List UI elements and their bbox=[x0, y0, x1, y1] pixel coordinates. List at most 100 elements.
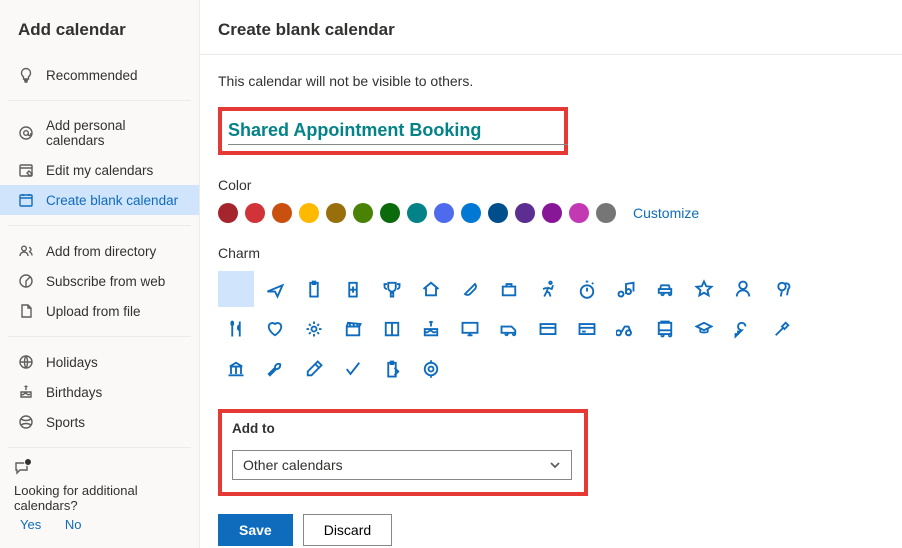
charm-clipboard[interactable] bbox=[296, 271, 332, 307]
customize-link[interactable]: Customize bbox=[633, 205, 699, 221]
charm-shovel[interactable] bbox=[296, 351, 332, 387]
grad-icon bbox=[694, 319, 714, 339]
charm-bus[interactable] bbox=[647, 311, 683, 347]
color-swatch[interactable] bbox=[299, 203, 319, 223]
charm-label: Charm bbox=[218, 245, 878, 261]
charm-briefcase[interactable] bbox=[491, 271, 527, 307]
calendar-name-input[interactable] bbox=[228, 117, 568, 145]
add-to-select[interactable]: Other calendars bbox=[232, 450, 572, 480]
charm-car[interactable] bbox=[647, 271, 683, 307]
sidebar-item-label: Upload from file bbox=[46, 304, 141, 319]
add-to-selected-value: Other calendars bbox=[243, 457, 343, 473]
home-icon bbox=[421, 279, 441, 299]
color-swatch[interactable] bbox=[407, 203, 427, 223]
cake-icon bbox=[18, 384, 34, 400]
target-icon bbox=[421, 359, 441, 379]
sidebar-item-label: Add personal calendars bbox=[46, 118, 185, 148]
charm-book[interactable] bbox=[374, 311, 410, 347]
charm-monitor[interactable] bbox=[452, 311, 488, 347]
ball-icon bbox=[18, 414, 34, 430]
charm-clapper[interactable] bbox=[335, 311, 371, 347]
stopwatch-icon bbox=[577, 279, 597, 299]
shovel-icon bbox=[304, 359, 324, 379]
food-icon bbox=[226, 319, 246, 339]
color-swatch[interactable] bbox=[596, 203, 616, 223]
color-swatch[interactable] bbox=[542, 203, 562, 223]
calendar-name-highlight bbox=[218, 107, 568, 155]
charm-check[interactable] bbox=[335, 351, 371, 387]
charm-plane[interactable] bbox=[257, 271, 293, 307]
color-swatch[interactable] bbox=[326, 203, 346, 223]
charm-heart[interactable] bbox=[257, 311, 293, 347]
charm-stopwatch[interactable] bbox=[569, 271, 605, 307]
sidebar-item-holidays[interactable]: Holidays bbox=[0, 347, 199, 377]
color-swatch[interactable] bbox=[515, 203, 535, 223]
charm-clipboard2[interactable] bbox=[374, 351, 410, 387]
charm-card[interactable] bbox=[530, 311, 566, 347]
charm-pill[interactable] bbox=[452, 271, 488, 307]
color-swatch[interactable] bbox=[434, 203, 454, 223]
charm-balloons[interactable] bbox=[764, 271, 800, 307]
charm-run[interactable] bbox=[530, 271, 566, 307]
charm-food[interactable] bbox=[218, 311, 254, 347]
sidebar-item-add-directory[interactable]: Add from directory bbox=[0, 236, 199, 266]
discard-button[interactable]: Discard bbox=[303, 514, 392, 546]
sidebar-item-upload-file[interactable]: Upload from file bbox=[0, 296, 199, 326]
charm-palette bbox=[218, 271, 838, 391]
color-swatch[interactable] bbox=[218, 203, 238, 223]
save-button[interactable]: Save bbox=[218, 514, 293, 546]
charm-music[interactable] bbox=[608, 271, 644, 307]
monitor-icon bbox=[460, 319, 480, 339]
charm-bike[interactable] bbox=[608, 311, 644, 347]
run-icon bbox=[538, 279, 558, 299]
charm-medical[interactable] bbox=[335, 271, 371, 307]
clapper-icon bbox=[343, 319, 363, 339]
key-icon bbox=[733, 319, 753, 339]
at-icon bbox=[18, 125, 34, 141]
color-swatch[interactable] bbox=[245, 203, 265, 223]
charm-target[interactable] bbox=[413, 351, 449, 387]
charm-wrench[interactable] bbox=[257, 351, 293, 387]
color-swatch[interactable] bbox=[380, 203, 400, 223]
looking-yes-link[interactable]: Yes bbox=[20, 517, 41, 532]
sidebar: Add calendar Recommended Add personal ca… bbox=[0, 0, 200, 548]
main-panel: Create blank calendar This calendar will… bbox=[200, 0, 902, 548]
wrench-icon bbox=[265, 359, 285, 379]
car-icon bbox=[655, 279, 675, 299]
charm-key[interactable] bbox=[725, 311, 761, 347]
sidebar-item-sports[interactable]: Sports bbox=[0, 407, 199, 437]
charm-person[interactable] bbox=[725, 271, 761, 307]
people-icon bbox=[18, 243, 34, 259]
music-icon bbox=[616, 279, 636, 299]
charm-star[interactable] bbox=[686, 271, 722, 307]
charm-home[interactable] bbox=[413, 271, 449, 307]
sidebar-item-subscribe-web[interactable]: Subscribe from web bbox=[0, 266, 199, 296]
charm-gear[interactable] bbox=[296, 311, 332, 347]
looking-no-link[interactable]: No bbox=[65, 517, 82, 532]
color-swatch[interactable] bbox=[272, 203, 292, 223]
color-swatch[interactable] bbox=[461, 203, 481, 223]
charm-trophy[interactable] bbox=[374, 271, 410, 307]
charm-credit[interactable] bbox=[569, 311, 605, 347]
chevron-down-icon bbox=[549, 459, 561, 471]
heart-icon bbox=[265, 319, 285, 339]
charm-tools[interactable] bbox=[764, 311, 800, 347]
color-swatch[interactable] bbox=[488, 203, 508, 223]
color-swatch[interactable] bbox=[353, 203, 373, 223]
charm-grad[interactable] bbox=[686, 311, 722, 347]
charm-bank[interactable] bbox=[218, 351, 254, 387]
charm-cake[interactable] bbox=[413, 311, 449, 347]
sidebar-item-add-personal[interactable]: Add personal calendars bbox=[0, 111, 199, 155]
charm-van[interactable] bbox=[491, 311, 527, 347]
sidebar-item-birthdays[interactable]: Birthdays bbox=[0, 377, 199, 407]
sidebar-item-recommended[interactable]: Recommended bbox=[0, 60, 199, 90]
check-icon bbox=[343, 359, 363, 379]
comment-icon bbox=[14, 460, 30, 479]
book-icon bbox=[382, 319, 402, 339]
charm-none[interactable] bbox=[218, 271, 254, 307]
credit-icon bbox=[577, 319, 597, 339]
sidebar-item-edit-calendars[interactable]: Edit my calendars bbox=[0, 155, 199, 185]
sidebar-item-create-blank[interactable]: Create blank calendar bbox=[0, 185, 199, 215]
color-swatch[interactable] bbox=[569, 203, 589, 223]
trophy-icon bbox=[382, 279, 402, 299]
